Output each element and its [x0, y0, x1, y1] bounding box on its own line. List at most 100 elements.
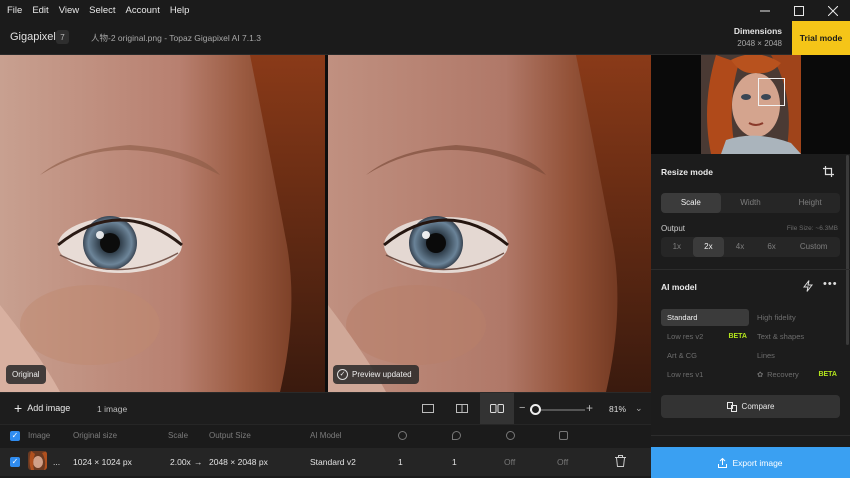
ai-model-grid: Standard High fidelity Low res v2 BETA Te… — [661, 308, 840, 384]
window-controls — [748, 0, 850, 21]
menu-edit[interactable]: Edit — [27, 0, 53, 21]
row-sharpen-value: Off — [557, 457, 569, 467]
preview-area[interactable]: Original ✓ Preview updated — [0, 55, 651, 392]
output-label: Output — [661, 224, 686, 233]
model-standard[interactable]: Standard — [661, 309, 749, 326]
model-low-res-v1-label: Low res v1 — [667, 370, 704, 379]
model-high-fidelity[interactable]: High fidelity — [751, 309, 839, 326]
preview-pane[interactable] — [328, 55, 651, 392]
model-art-cg[interactable]: Art & CG — [661, 347, 749, 364]
trash-icon — [615, 455, 626, 467]
zoom-slider-handle[interactable] — [530, 404, 541, 415]
face-recovery-icon — [506, 431, 515, 440]
sharpen-icon — [559, 431, 568, 440]
beta-badge: BETA — [728, 333, 747, 340]
row-output-size: 2048 × 2048 px — [209, 457, 268, 467]
preview-toolbar: + Add image 1 image − + 81% ⌄ — [0, 392, 651, 425]
tab-width[interactable]: Width — [721, 193, 781, 213]
model-lines-label: Lines — [757, 351, 775, 360]
compare-button[interactable]: Compare — [661, 395, 840, 418]
scale-2x[interactable]: 2x — [692, 237, 725, 257]
panel-scrollbar[interactable] — [846, 155, 849, 345]
zoom-out-button[interactable]: − — [519, 402, 525, 414]
menu-view[interactable]: View — [54, 0, 84, 21]
side-by-side-view-button[interactable] — [480, 393, 514, 425]
header-output-size: Output Size — [209, 431, 251, 440]
denoise-icon — [452, 431, 461, 440]
resize-mode-tabs: Scale Width Height — [661, 193, 840, 213]
model-lines[interactable]: Lines — [751, 347, 839, 364]
row-face-recovery-value: Off — [504, 457, 516, 467]
zoom-value: 81% — [609, 404, 627, 414]
add-image-button[interactable]: + Add image — [14, 401, 71, 415]
model-recovery-label: Recovery — [767, 370, 799, 379]
select-all-checkbox[interactable]: ✓ — [10, 431, 20, 441]
tab-scale[interactable]: Scale — [661, 193, 721, 213]
upscaled-preview-image — [328, 55, 651, 392]
original-label: Original — [6, 365, 46, 384]
navigator-viewport-box[interactable] — [758, 78, 785, 106]
model-low-res-v2-label: Low res v2 — [667, 332, 704, 341]
export-image-button[interactable]: Export image — [651, 447, 850, 478]
single-view-icon — [422, 404, 434, 413]
model-text-shapes[interactable]: Text & shapes — [751, 328, 839, 345]
single-view-button[interactable] — [411, 393, 445, 425]
version-badge: 7 — [56, 30, 69, 44]
close-button[interactable] — [816, 0, 850, 21]
thumbnail-picture — [28, 451, 47, 470]
row-original-size: 1024 × 1024 px — [73, 457, 132, 467]
menu-help[interactable]: Help — [165, 0, 195, 21]
model-standard-label: Standard — [667, 313, 698, 322]
header-original-size: Original size — [73, 431, 118, 440]
menu-account[interactable]: Account — [121, 0, 165, 21]
header-scale: Scale — [168, 431, 189, 440]
more-options-icon[interactable]: ••• — [823, 279, 838, 290]
model-recovery[interactable]: ✿ Recovery BETA — [751, 366, 839, 383]
detail-icon — [398, 431, 407, 440]
title-bar: Gigapixel 7 人物-2 original.png - Topaz Gi… — [0, 21, 850, 55]
table-header: ✓ Image Original size Scale Output Size … — [0, 424, 651, 446]
file-title: 人物-2 original.png - Topaz Gigapixel AI 7… — [91, 33, 261, 43]
trial-mode-button[interactable]: Trial mode — [792, 21, 850, 55]
file-size: File Size: ~6.3MB — [786, 225, 838, 232]
scale-options: 1x 2x 4x 6x Custom — [661, 237, 840, 257]
chevron-down-icon[interactable]: ⌄ — [635, 403, 643, 414]
split-view-button[interactable] — [445, 393, 479, 425]
navigator-thumbnail[interactable] — [651, 55, 850, 154]
scale-4x[interactable]: 4x — [724, 237, 756, 257]
model-low-res-v1[interactable]: Low res v1 — [661, 366, 749, 383]
menu-select[interactable]: Select — [84, 0, 120, 21]
tab-height[interactable]: Height — [780, 193, 840, 213]
delete-button[interactable] — [615, 455, 626, 470]
scale-custom[interactable]: Custom — [787, 237, 840, 257]
model-low-res-v2[interactable]: Low res v2 BETA — [661, 328, 749, 345]
image-count: 1 image — [97, 404, 128, 414]
check-circle-icon: ✓ — [337, 369, 348, 380]
add-image-label: Add image — [27, 403, 71, 413]
row-detail-value: 1 — [398, 457, 403, 467]
maximize-button[interactable] — [782, 0, 816, 21]
navigator-image — [701, 55, 801, 154]
table-row[interactable]: ✓ ... 1024 × 1024 px 2.00x → 2048 × 2048… — [0, 448, 651, 476]
minimize-icon — [760, 10, 770, 11]
model-high-fidelity-label: High fidelity — [757, 313, 796, 322]
navigator-picture — [701, 55, 801, 154]
crop-button[interactable] — [823, 166, 834, 180]
row-denoise-value: 1 — [452, 457, 457, 467]
scale-1x[interactable]: 1x — [661, 237, 693, 257]
original-pane[interactable] — [0, 55, 325, 392]
model-text-shapes-label: Text & shapes — [757, 332, 805, 341]
settings-panel: Resize mode Scale Width Height Output Fi… — [651, 55, 850, 478]
preview-status-text: Preview updated — [352, 370, 412, 379]
arrow-right-icon: → — [194, 457, 203, 467]
row-checkbox[interactable]: ✓ — [10, 457, 20, 467]
menu-file[interactable]: File — [0, 0, 27, 21]
preview-status-label: ✓ Preview updated — [333, 365, 419, 384]
header-ai-model: AI Model — [310, 431, 342, 440]
zoom-in-button[interactable]: + — [586, 401, 593, 415]
autopilot-button[interactable] — [802, 280, 814, 295]
minimize-button[interactable] — [748, 0, 782, 21]
section-divider — [651, 269, 850, 270]
scale-6x[interactable]: 6x — [756, 237, 788, 257]
export-icon — [718, 457, 728, 468]
